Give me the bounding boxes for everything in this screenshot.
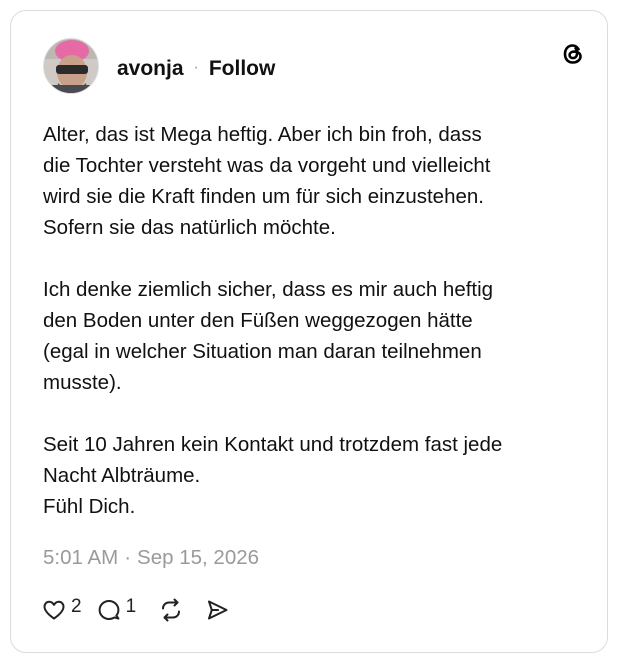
avatar[interactable] xyxy=(43,38,99,94)
post-date: Sep 15, 2026 xyxy=(137,546,260,569)
repost-button[interactable] xyxy=(158,597,184,623)
post-paragraph: Alter, das ist Mega heftig. Aber ich bin… xyxy=(43,123,491,239)
post-timestamp[interactable]: 5:01 AM · Sep 15, 2026 xyxy=(43,546,259,570)
heart-icon xyxy=(43,600,65,620)
post-time: 5:01 AM xyxy=(43,546,119,569)
share-button[interactable] xyxy=(204,597,230,623)
follow-button[interactable]: Follow xyxy=(209,57,276,81)
author-username[interactable]: avonja xyxy=(117,57,184,81)
repost-icon xyxy=(162,598,181,622)
reply-count: 1 xyxy=(125,596,137,617)
post-paragraph: Seit 10 Jahren kein Kontakt und trotzdem… xyxy=(43,433,503,518)
like-count: 2 xyxy=(71,596,82,617)
threads-logo-icon[interactable] xyxy=(558,39,588,69)
like-button[interactable]: 2 xyxy=(41,596,82,623)
post-header: avonja · Follow xyxy=(117,55,275,83)
speech-bubble-icon xyxy=(98,600,119,620)
user-avatar-photo xyxy=(44,39,98,93)
post-body: Alter, das ist Mega heftig. Aber ich bin… xyxy=(43,119,583,522)
reply-button[interactable]: 1 xyxy=(96,596,137,623)
timestamp-separator: · xyxy=(124,546,132,569)
action-bar: 2 1 xyxy=(41,594,244,626)
send-icon xyxy=(208,600,228,620)
post-paragraph: Ich denke ziemlich sicher, dass es mir a… xyxy=(43,278,494,394)
post-card: avonja · Follow Alter, das ist Mega heft… xyxy=(10,10,608,653)
header-separator: · xyxy=(193,59,199,76)
